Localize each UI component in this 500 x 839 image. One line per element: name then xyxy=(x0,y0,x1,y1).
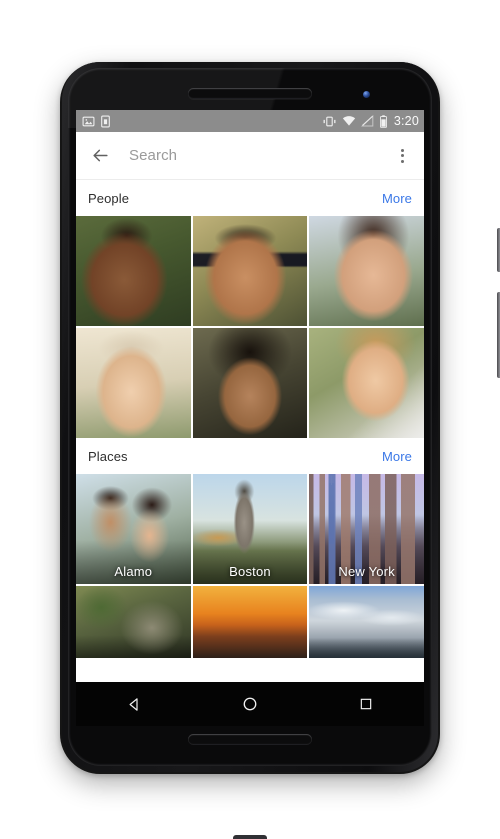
sim-card-icon xyxy=(101,115,110,127)
place-photo xyxy=(76,586,191,658)
back-nav-icon xyxy=(129,697,138,711)
place-label: Boston xyxy=(229,564,271,579)
places-grid: Alamo Boston New York xyxy=(76,474,424,658)
people-tile[interactable] xyxy=(309,328,424,438)
place-label: Alamo xyxy=(114,564,153,579)
places-tile[interactable] xyxy=(76,586,191,658)
status-bar-system-icons: 3:20 xyxy=(322,114,419,128)
place-photo xyxy=(192,586,308,658)
face-photo xyxy=(192,328,308,438)
status-bar-notifications xyxy=(82,115,111,128)
overflow-menu-button[interactable] xyxy=(389,143,415,169)
bottom-speaker-grille xyxy=(188,734,312,745)
more-link-people[interactable]: More xyxy=(382,191,412,206)
people-tile[interactable] xyxy=(309,216,424,326)
back-arrow-icon xyxy=(92,149,108,162)
status-bar-clock: 3:20 xyxy=(393,114,419,128)
people-tile[interactable] xyxy=(76,328,191,438)
nav-back-button[interactable] xyxy=(112,682,156,726)
phone-screen: 3:20 Search People More Places More Alam… xyxy=(76,110,424,726)
nav-recents-button[interactable] xyxy=(344,682,388,726)
places-tile[interactable]: Alamo xyxy=(76,474,191,584)
battery-icon xyxy=(379,114,387,128)
overflow-dot xyxy=(400,159,404,163)
people-tile[interactable] xyxy=(192,216,308,326)
places-tile[interactable]: Boston xyxy=(192,474,308,584)
usb-port xyxy=(233,835,267,839)
search-suggestions-content[interactable]: People More Places More Alamo Boston New… xyxy=(76,180,424,726)
home-nav-icon xyxy=(243,697,257,711)
earpiece-speaker-grille xyxy=(188,88,312,99)
people-tile[interactable] xyxy=(192,328,308,438)
face-photo xyxy=(76,216,191,326)
section-title: Places xyxy=(88,448,128,464)
place-label: New York xyxy=(338,564,395,579)
people-tile[interactable] xyxy=(76,216,191,326)
photo-notification-icon xyxy=(82,116,95,126)
more-link-places[interactable]: More xyxy=(382,449,412,464)
vibrate-icon xyxy=(323,116,336,126)
places-tile[interactable] xyxy=(309,586,424,658)
screenshot-stage: 3:20 Search People More Places More Alam… xyxy=(0,0,500,839)
face-photo xyxy=(192,216,308,326)
section-header-people: People More xyxy=(76,180,424,216)
section-header-places: Places More xyxy=(76,438,424,474)
search-input[interactable]: Search xyxy=(113,147,389,164)
recents-nav-icon xyxy=(360,698,372,710)
face-photo xyxy=(309,328,424,438)
search-toolbar: Search xyxy=(76,132,424,180)
nav-home-button[interactable] xyxy=(228,682,272,726)
skyline-spire xyxy=(330,476,333,485)
section-title: People xyxy=(88,190,130,206)
overflow-dot xyxy=(400,148,404,152)
cell-signal-off-icon xyxy=(360,115,374,127)
wifi-icon xyxy=(342,116,355,126)
overflow-dot xyxy=(400,154,404,157)
places-tile[interactable]: New York xyxy=(309,474,424,584)
places-tile[interactable] xyxy=(192,586,308,658)
face-photo xyxy=(76,328,191,438)
people-grid xyxy=(76,216,424,438)
back-button[interactable] xyxy=(87,143,113,169)
face-photo xyxy=(309,216,424,326)
place-photo xyxy=(309,586,424,658)
skyline-tower xyxy=(328,482,334,545)
status-bar: 3:20 xyxy=(76,110,424,132)
front-camera-icon xyxy=(363,91,370,98)
android-navigation-bar xyxy=(76,682,424,726)
